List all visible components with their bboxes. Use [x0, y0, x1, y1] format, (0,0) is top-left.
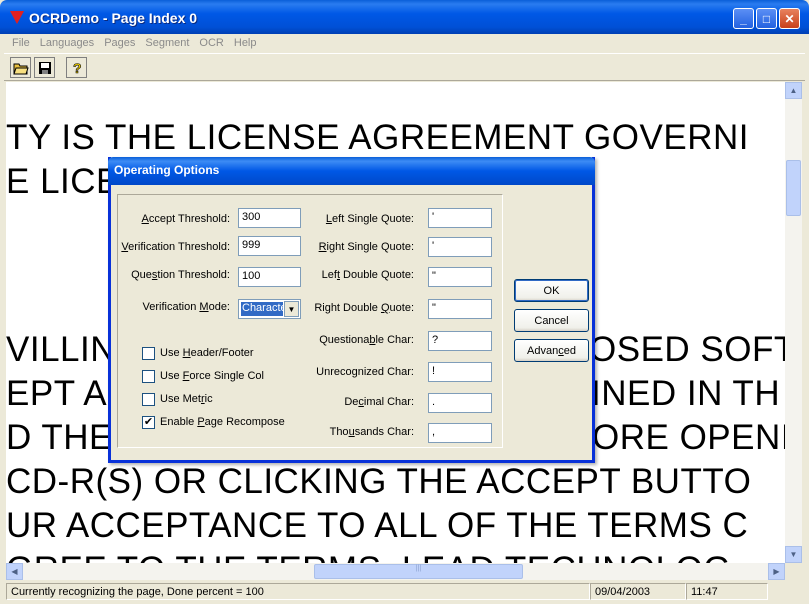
right-single-quote-input[interactable]: ': [428, 237, 492, 257]
use-header-footer-checkbox[interactable]: [142, 347, 155, 360]
decimal-char-label: Decimal Char:: [344, 396, 414, 408]
doc-line: E LICE: [6, 162, 120, 201]
window-title: OCRDemo - Page Index 0: [29, 10, 198, 26]
help-button[interactable]: ?: [66, 57, 87, 78]
title-bar: OCRDemo - Page Index 0 _ □ ✕: [0, 0, 809, 34]
use-force-single-col-checkbox[interactable]: [142, 370, 155, 383]
left-double-quote-label: Left Double Quote:: [321, 269, 414, 281]
use-force-single-col-label[interactable]: Use Force Single Col: [160, 370, 264, 382]
scroll-down-button[interactable]: ▼: [785, 546, 802, 563]
maximize-button[interactable]: □: [756, 8, 777, 29]
enable-page-recompose-label[interactable]: Enable Page Recompose: [160, 416, 285, 428]
operating-options-dialog: Operating Options Accept Threshold: 300 …: [108, 157, 595, 463]
doc-line: UR ACCEPTANCE TO ALL OF THE TERMS C: [6, 506, 749, 545]
decimal-char-input[interactable]: .: [428, 393, 492, 413]
ok-button[interactable]: OK: [514, 279, 589, 302]
doc-line: EPT A: [6, 374, 108, 413]
doc-line: INED IN TH: [591, 374, 781, 413]
open-folder-icon: [12, 63, 29, 74]
menu-segment[interactable]: Segment: [140, 34, 194, 49]
doc-line: OSED SOFT: [589, 330, 785, 369]
use-metric-checkbox[interactable]: [142, 393, 155, 406]
doc-line: GREE TO THE TERMS, LEAD TECHNOLOG: [6, 550, 731, 563]
save-disk-icon: [38, 61, 51, 74]
doc-line: TY IS THE LICENSE AGREEMENT GOVERNI: [6, 118, 749, 157]
minimize-button[interactable]: _: [733, 8, 754, 29]
menu-bar: File Languages Pages Segment OCR Help: [4, 34, 805, 53]
right-single-quote-label: Right Single Quote:: [318, 241, 414, 253]
verification-mode-select[interactable]: Character ▼: [238, 299, 301, 319]
dialog-title: Operating Options: [108, 157, 595, 185]
right-double-quote-label: Right Double Quote:: [314, 302, 414, 314]
close-button[interactable]: ✕: [779, 8, 800, 29]
right-double-quote-input[interactable]: ": [428, 299, 492, 319]
accept-threshold-label: Accept Threshold:: [141, 213, 230, 225]
open-button[interactable]: [10, 57, 31, 78]
toolbar: ?: [4, 53, 805, 81]
scroll-up-button[interactable]: ▲: [785, 82, 802, 99]
enable-page-recompose-checkbox[interactable]: ✔: [142, 416, 155, 429]
status-time: 11:47: [686, 583, 768, 600]
questionable-char-label: Questionable Char:: [319, 334, 414, 346]
svg-text:?: ?: [73, 60, 82, 76]
scroll-corner: [785, 563, 802, 580]
thousands-char-label: Thousands Char:: [329, 426, 414, 438]
status-bar: Currently recognizing the page, Done per…: [4, 581, 805, 604]
verification-threshold-label: Verification Threshold:: [121, 241, 230, 253]
scroll-right-button[interactable]: ▶: [768, 563, 785, 580]
menu-languages[interactable]: Languages: [35, 34, 99, 49]
use-metric-label[interactable]: Use Metric: [160, 393, 213, 405]
use-header-footer-label[interactable]: Use Header/Footer: [160, 347, 254, 359]
advanced-button[interactable]: Advan c ed: [514, 339, 589, 362]
menu-pages[interactable]: Pages: [99, 34, 140, 49]
menu-file[interactable]: File: [4, 34, 35, 49]
unrecognized-char-label: Unrecognized Char:: [316, 366, 414, 378]
menu-ocr[interactable]: OCR: [194, 34, 228, 49]
question-threshold-label: Question Threshold:: [131, 269, 230, 281]
menu-help[interactable]: Help: [229, 34, 262, 49]
verification-mode-label: Verification Mode:: [142, 301, 230, 313]
accept-threshold-input[interactable]: 300: [238, 208, 301, 228]
cancel-button[interactable]: Cancel: [514, 309, 589, 332]
app-logo-icon: [10, 11, 24, 24]
left-double-quote-input[interactable]: ": [428, 267, 492, 287]
horizontal-scrollbar[interactable]: ◀ ||| ▶: [6, 563, 785, 580]
question-threshold-input[interactable]: 100: [238, 267, 301, 287]
help-icon: ?: [72, 60, 82, 76]
thousands-char-input[interactable]: ,: [428, 423, 492, 443]
save-button[interactable]: [34, 57, 55, 78]
doc-line: D THE: [6, 418, 113, 457]
questionable-char-input[interactable]: ?: [428, 331, 492, 351]
doc-line: VILLIN: [6, 330, 116, 369]
doc-line: ORE OPENI: [592, 418, 785, 457]
chevron-down-icon[interactable]: ▼: [284, 301, 299, 317]
verification-threshold-input[interactable]: 999: [238, 236, 301, 256]
verification-mode-value: Character: [241, 302, 283, 316]
doc-line: CD-R(S) OR CLICKING THE ACCEPT BUTTO: [6, 462, 752, 501]
vertical-scrollbar[interactable]: ▲ ▼: [785, 82, 802, 563]
unrecognized-char-input[interactable]: !: [428, 362, 492, 382]
left-single-quote-input[interactable]: ': [428, 208, 492, 228]
horizontal-scroll-thumb[interactable]: |||: [314, 564, 523, 579]
vertical-scroll-thumb[interactable]: [786, 160, 801, 216]
scroll-left-button[interactable]: ◀: [6, 563, 23, 580]
left-single-quote-label: Left Single Quote:: [325, 213, 414, 225]
status-date: 09/04/2003: [590, 583, 686, 600]
status-message: Currently recognizing the page, Done per…: [6, 583, 590, 600]
